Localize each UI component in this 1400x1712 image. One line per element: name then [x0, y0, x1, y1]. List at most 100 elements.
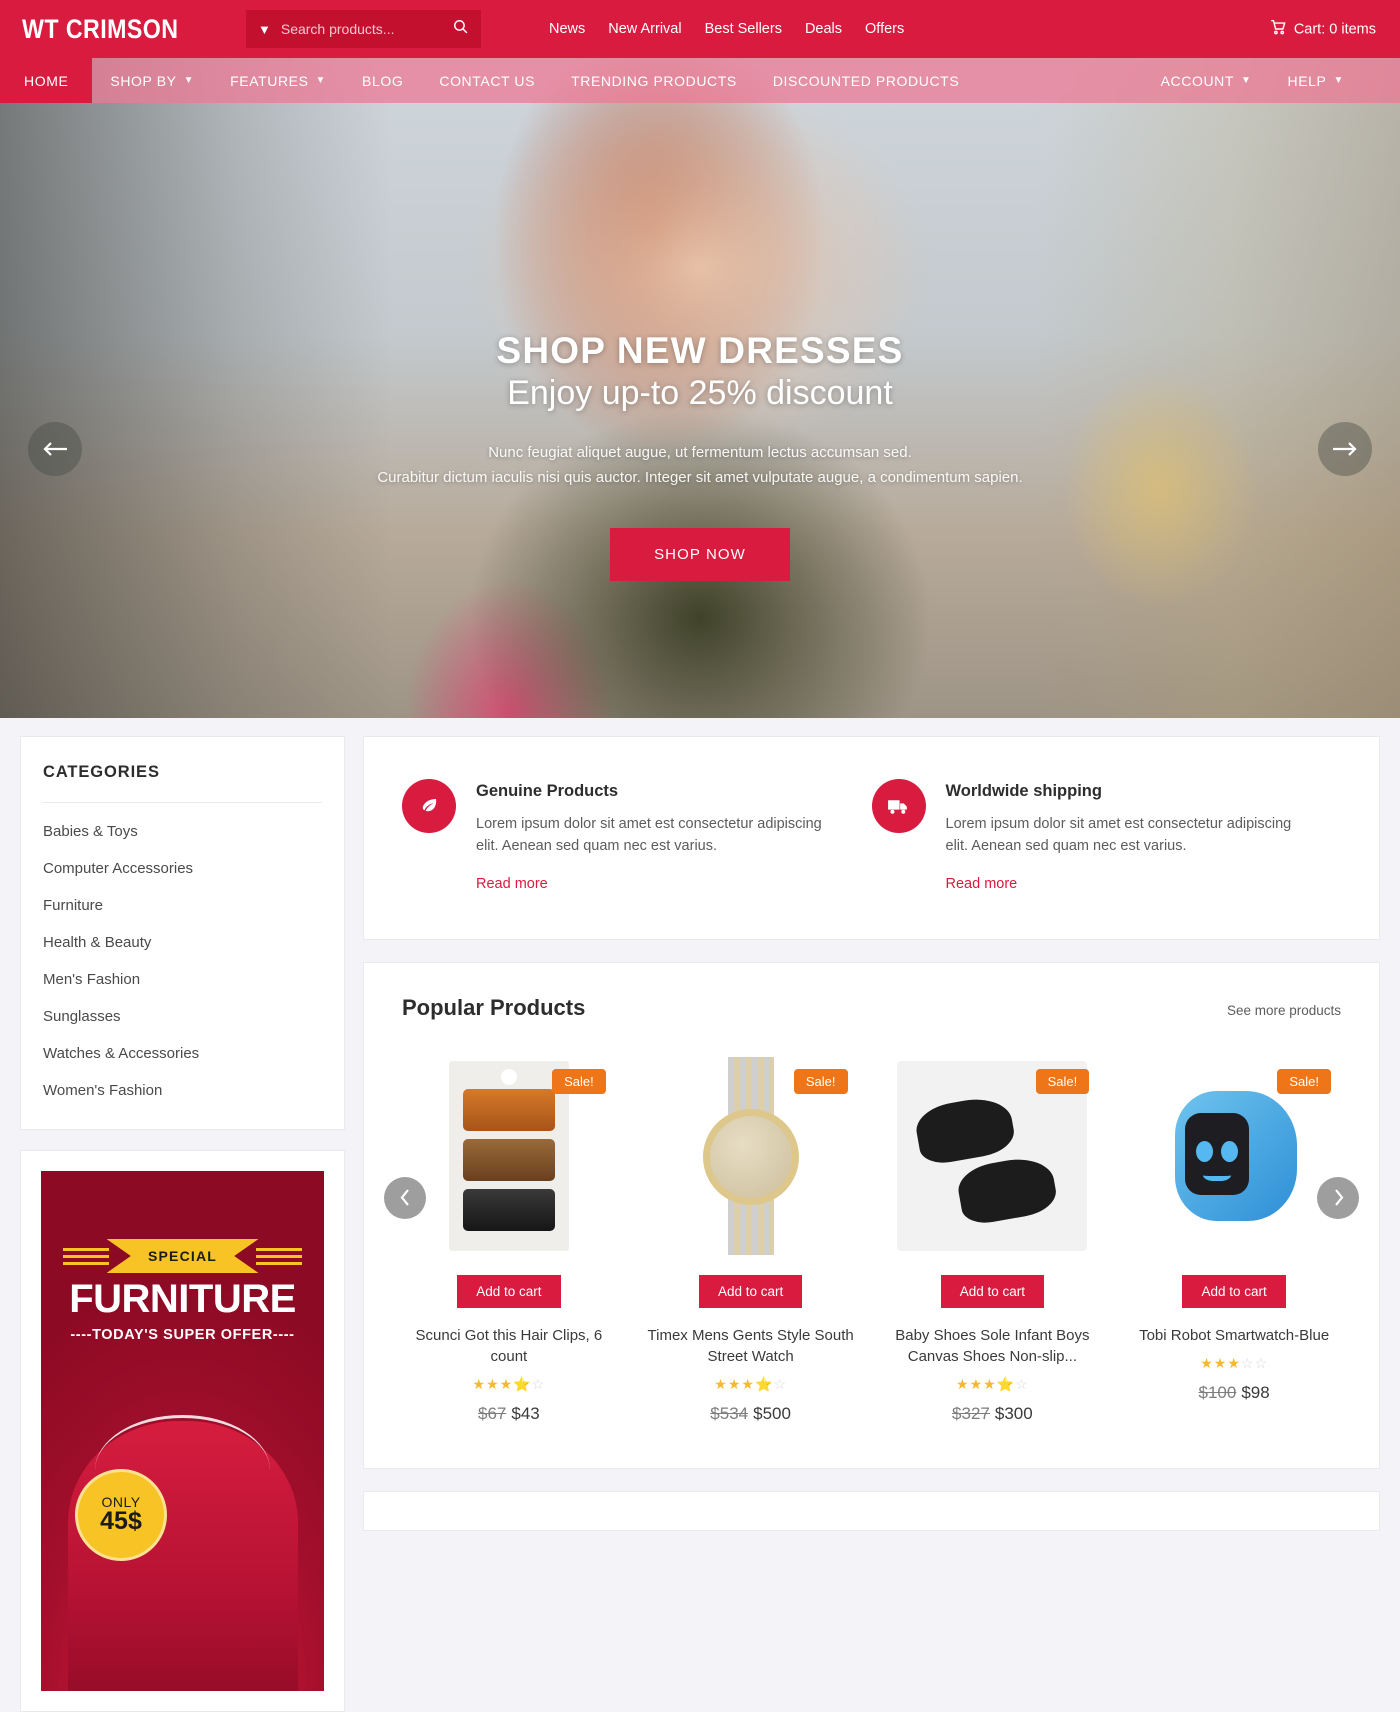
feature-text-block: Genuine Products Lorem ipsum dolor sit a…: [476, 779, 842, 893]
popular-products-header: Popular Products See more products: [388, 995, 1355, 1021]
feature-worldwide-shipping: Worldwide shipping Lorem ipsum dolor sit…: [871, 779, 1342, 893]
hair-clips-image: [448, 1060, 569, 1251]
hero-paragraph-line-1: Nunc feugiat aliquet augue, ut fermentum…: [488, 444, 912, 461]
nav-item-shop-by[interactable]: SHOP BY ▼: [92, 58, 212, 103]
sale-badge: Sale!: [552, 1068, 606, 1094]
smartwatch-image: [1159, 1071, 1309, 1241]
cart-button[interactable]: Cart: 0 items: [1268, 18, 1376, 41]
sidebar-item-womens-fashion[interactable]: Women's Fashion: [43, 1072, 322, 1109]
product-old-price: $327: [952, 1403, 990, 1423]
nav-item-help[interactable]: HELP ▼: [1270, 58, 1362, 103]
product-card[interactable]: Sale! Add to cart Tobi Robot Smartwatch-…: [1113, 1055, 1355, 1424]
chevron-down-icon: ▼: [183, 75, 195, 86]
main-navigation: HOME SHOP BY ▼ FEATURES ▼ BLOG CONTACT U…: [0, 58, 1400, 103]
nav-item-home[interactable]: HOME: [0, 58, 93, 103]
sidebar-item-health-beauty[interactable]: Health & Beauty: [43, 924, 322, 961]
promo-title: FURNITURE: [69, 1277, 296, 1321]
product-current-price: $500: [753, 1403, 791, 1423]
section-title: Popular Products: [402, 994, 586, 1020]
product-image[interactable]: Sale!: [398, 1055, 620, 1257]
top-link-news[interactable]: News: [549, 21, 585, 37]
product-old-price: $534: [710, 1403, 749, 1423]
feature-genuine-products: Genuine Products Lorem ipsum dolor sit a…: [402, 779, 872, 893]
top-links: News New Arrival Best Sellers Deals Offe…: [549, 21, 904, 37]
product-name[interactable]: Timex Mens Gents Style South Street Watc…: [640, 1325, 862, 1367]
shop-now-button[interactable]: SHOP NOW: [610, 527, 790, 581]
chevron-down-icon: ▼: [315, 75, 327, 86]
product-image[interactable]: Sale!: [1123, 1055, 1345, 1257]
sidebar-item-watches-accessories[interactable]: Watches & Accessories: [43, 1035, 322, 1072]
product-price: $67 $43: [398, 1404, 620, 1424]
sidebar-item-sunglasses[interactable]: Sunglasses: [43, 998, 322, 1035]
hero-heading: SHOP NEW DRESSES: [496, 330, 904, 371]
nav-item-blog[interactable]: BLOG: [344, 58, 421, 103]
add-to-cart-button[interactable]: Add to cart: [1182, 1274, 1286, 1308]
nav-item-account[interactable]: ACCOUNT ▼: [1143, 58, 1270, 103]
nav-item-contact-us[interactable]: CONTACT US: [421, 58, 553, 103]
cart-label: Cart: 0 items: [1293, 21, 1376, 37]
read-more-link-genuine-products[interactable]: Read more: [476, 876, 548, 892]
ribbon-dashes-right: [256, 1247, 302, 1265]
product-card[interactable]: Sale! Add to cart Baby Shoes Sole Infant…: [872, 1055, 1114, 1424]
add-to-cart-button[interactable]: Add to cart: [698, 1274, 803, 1308]
next-section-panel: [363, 1490, 1380, 1531]
see-more-products-link[interactable]: See more products: [1227, 1003, 1341, 1018]
top-link-deals[interactable]: Deals: [805, 21, 842, 37]
top-link-new-arrival[interactable]: New Arrival: [608, 21, 681, 37]
nav-item-trending-products[interactable]: TRENDING PRODUCTS: [553, 58, 755, 103]
read-more-link-worldwide-shipping[interactable]: Read more: [946, 876, 1018, 892]
promo-subtitle: ----TODAY'S SUPER OFFER----: [70, 1327, 295, 1343]
search-icon[interactable]: [452, 18, 469, 40]
nav-right-group: ACCOUNT ▼ HELP ▼: [1143, 58, 1400, 103]
product-rating: ★★★☆☆: [1200, 1354, 1268, 1371]
sidebar-item-computer-accessories[interactable]: Computer Accessories: [43, 850, 322, 887]
product-current-price: $300: [994, 1403, 1033, 1423]
nav-label: SHOP BY: [110, 72, 177, 89]
nav-label: ACCOUNT: [1160, 72, 1235, 89]
sidebar-item-furniture[interactable]: Furniture: [43, 887, 322, 924]
feature-description: Lorem ipsum dolor sit amet est consectet…: [945, 816, 1292, 855]
hero-next-button[interactable]: [1318, 422, 1372, 476]
categories-title: CATEGORIES: [43, 763, 322, 803]
top-link-best-sellers[interactable]: Best Sellers: [705, 21, 782, 37]
product-current-price: $98: [1241, 1382, 1270, 1402]
site-logo[interactable]: WT CRIMSON: [22, 14, 179, 45]
product-image[interactable]: Sale!: [640, 1055, 862, 1257]
product-rating: ★★★⭐☆: [472, 1375, 546, 1392]
furniture-promo-banner[interactable]: SPECIAL FURNITURE ----TODAY'S SUPER OFFE…: [41, 1171, 324, 1691]
product-card[interactable]: Sale! Add to cart Scunci Got this Hair C…: [388, 1055, 630, 1424]
nav-item-discounted-products[interactable]: DISCOUNTED PRODUCTS: [755, 58, 977, 103]
sidebar-item-babies-toys[interactable]: Babies & Toys: [43, 813, 322, 850]
sale-badge: Sale!: [793, 1068, 848, 1094]
add-to-cart-button[interactable]: Add to cart: [940, 1274, 1045, 1308]
hero-subheading: Enjoy up-to 25% discount: [507, 374, 893, 412]
feature-title: Genuine Products: [476, 782, 619, 800]
nav-item-features[interactable]: FEATURES ▼: [212, 58, 344, 103]
add-to-cart-button[interactable]: Add to cart: [457, 1274, 561, 1308]
top-link-offers[interactable]: Offers: [865, 21, 904, 37]
product-rating: ★★★⭐☆: [714, 1375, 787, 1392]
product-name[interactable]: Scunci Got this Hair Clips, 6 count: [398, 1325, 620, 1367]
product-card[interactable]: Sale! Add to cart Timex Mens Gents Style…: [630, 1055, 872, 1424]
product-old-price: $100: [1198, 1382, 1237, 1402]
hero-paragraph-line-2: Curabitur dictum iaculis nisi quis aucto…: [377, 469, 1023, 487]
categories-list: Babies & Toys Computer Accessories Furni…: [43, 803, 322, 1109]
search-input[interactable]: Search products...: [281, 21, 452, 37]
product-image[interactable]: Sale!: [882, 1055, 1104, 1257]
sidebar-item-mens-fashion[interactable]: Men's Fashion: [43, 961, 322, 998]
product-name[interactable]: Tobi Robot Smartwatch-Blue: [1123, 1325, 1345, 1346]
search-bar[interactable]: ▼ Search products...: [245, 10, 481, 48]
products-grid: Sale! Add to cart Scunci Got this Hair C…: [388, 1055, 1355, 1424]
hero-banner: HOME SHOP BY ▼ FEATURES ▼ BLOG CONTACT U…: [0, 58, 1400, 718]
product-name[interactable]: Baby Shoes Sole Infant Boys Canvas Shoes…: [882, 1325, 1104, 1367]
chevron-down-icon: ▼: [1333, 75, 1344, 86]
product-price: $327 $300: [882, 1404, 1104, 1424]
promo-badge-price: 45$: [100, 1507, 142, 1535]
chevron-down-icon[interactable]: ▼: [258, 23, 271, 36]
hero-prev-button[interactable]: [28, 422, 82, 476]
cart-icon: [1268, 18, 1287, 41]
products-prev-button[interactable]: [384, 1176, 426, 1219]
products-next-button[interactable]: [1317, 1176, 1359, 1219]
feature-description: Lorem ipsum dolor sit amet est consectet…: [476, 816, 822, 855]
sale-badge: Sale!: [1277, 1068, 1331, 1094]
